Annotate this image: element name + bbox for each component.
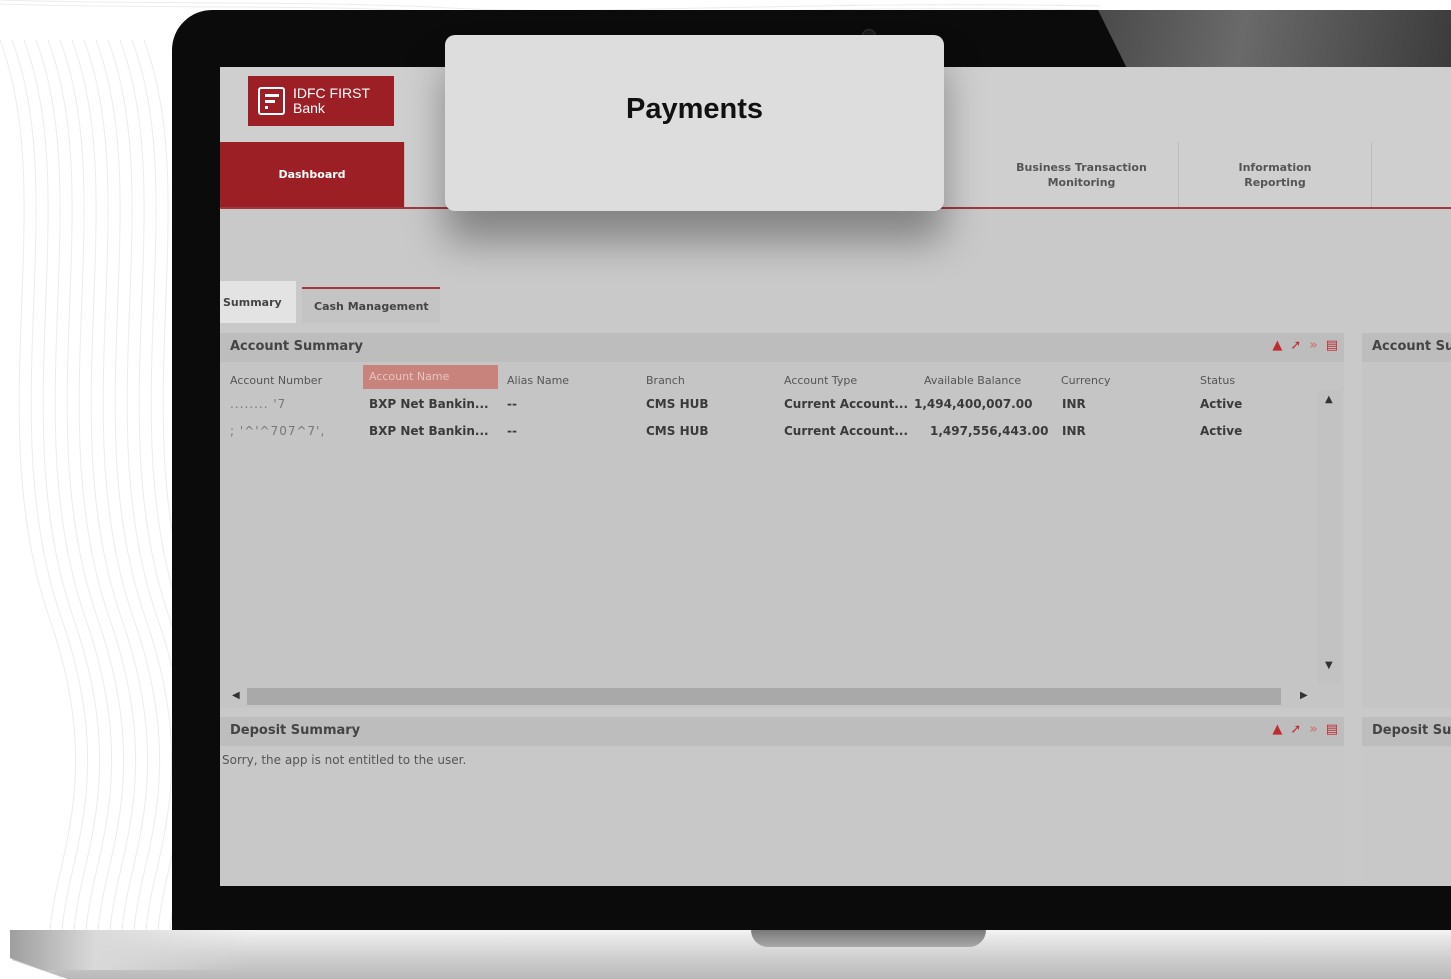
col-status[interactable]: Status bbox=[1200, 374, 1235, 390]
popup-title: Payments bbox=[625, 93, 763, 125]
expand-icon[interactable]: » bbox=[1309, 338, 1317, 353]
deposit-summary-title: Deposit Summary bbox=[230, 723, 361, 738]
idfc-logo[interactable]: IDFC FIRST Bank bbox=[248, 76, 394, 126]
nav-dashboard[interactable]: Dashboard bbox=[220, 142, 405, 207]
wrench-icon[interactable]: ➚ bbox=[1290, 722, 1301, 737]
table-row-2-alias: -- bbox=[507, 424, 517, 438]
table-row-1-account-number: ........ '7 bbox=[230, 397, 287, 411]
panel-tools: ▲ ➚ » ▤ bbox=[1272, 338, 1338, 353]
table-row-2-balance: 1,497,556,443.00 bbox=[930, 424, 1049, 438]
minimize-icon[interactable]: ▤ bbox=[1326, 338, 1338, 353]
horizontal-scrollbar[interactable] bbox=[247, 688, 1281, 705]
table-row-1-balance: 1,494,400,007.00 bbox=[914, 397, 1033, 411]
account-summary-right-title: Account Su bbox=[1362, 333, 1451, 362]
scroll-left-icon[interactable]: ◀ bbox=[232, 690, 240, 701]
deposit-summary-header: Deposit Summary ▲ ➚ » ▤ bbox=[220, 717, 1344, 746]
account-summary-header: Account Summary ▲ ➚ » ▤ bbox=[220, 333, 1344, 362]
account-summary-right-panel: Account Su bbox=[1362, 333, 1451, 708]
col-currency[interactable]: Currency bbox=[1061, 374, 1111, 390]
col-account-number[interactable]: Account Number bbox=[230, 374, 322, 390]
expand-icon[interactable]: » bbox=[1309, 722, 1317, 737]
wrench-icon[interactable]: ➚ bbox=[1290, 338, 1301, 353]
collapse-icon[interactable]: ▲ bbox=[1272, 722, 1282, 737]
col-available-balance[interactable]: Available Balance bbox=[924, 374, 1021, 390]
col-alias-name[interactable]: Alias Name bbox=[507, 374, 569, 390]
tab-cash-management[interactable]: Cash Management bbox=[302, 287, 440, 323]
col-account-name[interactable]: Account Name bbox=[363, 365, 498, 389]
collapse-icon[interactable]: ▲ bbox=[1272, 338, 1282, 353]
table-row-1-currency: INR bbox=[1062, 397, 1086, 411]
table-row-1-type: Current Account... bbox=[784, 397, 909, 411]
deposit-summary-message: Sorry, the app is not entitled to the us… bbox=[222, 753, 467, 767]
scroll-right-icon[interactable]: ▶ bbox=[1300, 690, 1308, 701]
table-row-1-alias: -- bbox=[507, 397, 517, 411]
sub-tabs: Summary Cash Management bbox=[220, 281, 1451, 323]
deposit-summary-panel: Deposit Summary ▲ ➚ » ▤ Sorry, the app i… bbox=[220, 717, 1344, 886]
table-row-2-currency: INR bbox=[1062, 424, 1086, 438]
bank-logo-icon bbox=[258, 87, 285, 115]
nav-more[interactable] bbox=[1372, 142, 1451, 207]
col-branch[interactable]: Branch bbox=[646, 374, 685, 390]
bezel-glare bbox=[1098, 10, 1451, 68]
table-row-2-type: Current Account... bbox=[784, 424, 909, 438]
laptop-notch bbox=[751, 930, 986, 947]
nav-business-transaction-monitoring[interactable]: Business Transaction Monitoring bbox=[985, 142, 1179, 207]
table-row-2-status: Active bbox=[1200, 424, 1243, 438]
table-row-2-account-number: ; '^'^707^7', bbox=[230, 424, 326, 438]
table-row-1-status: Active bbox=[1200, 397, 1243, 411]
deposit-panel-tools: ▲ ➚ » ▤ bbox=[1272, 722, 1338, 737]
account-summary-panel: Account Summary ▲ ➚ » ▤ Account Number A… bbox=[220, 333, 1344, 708]
tab-summary[interactable]: Summary bbox=[220, 281, 296, 323]
logo-sub: Bank bbox=[293, 100, 325, 116]
account-summary-title: Account Summary bbox=[230, 339, 364, 354]
logo-brand: IDFC FIRST bbox=[293, 85, 370, 101]
table-row-2-account-name[interactable]: BXP Net Bankin... bbox=[369, 424, 489, 438]
scroll-up-icon[interactable]: ▲ bbox=[1325, 394, 1333, 405]
nav-information-reporting[interactable]: Information Reporting bbox=[1179, 142, 1372, 207]
laptop-base-shade bbox=[10, 930, 250, 970]
deposit-summary-right-title: Deposit Su bbox=[1362, 717, 1451, 746]
table-row-2-branch: CMS HUB bbox=[646, 424, 709, 438]
minimize-icon[interactable]: ▤ bbox=[1326, 722, 1338, 737]
vertical-scrollbar[interactable]: ▲ ▼ bbox=[1318, 390, 1342, 684]
payments-popup: Payments bbox=[445, 35, 944, 211]
col-account-type[interactable]: Account Type bbox=[784, 374, 857, 390]
scroll-down-icon[interactable]: ▼ bbox=[1325, 660, 1333, 671]
table-row-1-branch: CMS HUB bbox=[646, 397, 709, 411]
table-row-1-account-name[interactable]: BXP Net Bankin... bbox=[369, 397, 489, 411]
deposit-summary-right-panel: Deposit Su bbox=[1362, 717, 1451, 886]
